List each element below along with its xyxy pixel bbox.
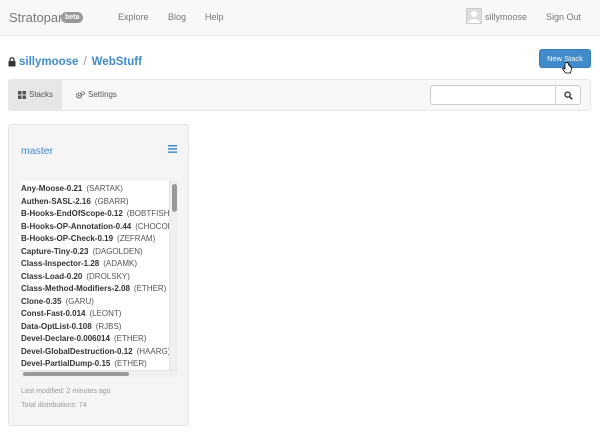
distribution-author: (ETHER) (114, 359, 147, 368)
stack-name[interactable]: master (21, 145, 53, 157)
distribution-row[interactable]: Devel-PartialDump-0.15 (ETHER) (21, 358, 171, 371)
avatar[interactable] (466, 8, 482, 24)
distribution-name[interactable]: B-Hooks-OP-Annotation-0.44 (21, 222, 131, 231)
distribution-name[interactable]: Class-Method-Modifiers-2.08 (21, 284, 130, 293)
distribution-author: (DROLSKY) (86, 271, 130, 281)
distribution-row[interactable]: Const-Fast-0.014 (LEONT) (21, 308, 171, 321)
menu-icon[interactable] (168, 145, 177, 153)
nav-signout[interactable]: Sign Out (546, 12, 581, 22)
hand-cursor-icon (562, 62, 572, 74)
tab-stacks[interactable]: Stacks (9, 80, 63, 110)
tab-settings-label: Settings (88, 90, 117, 99)
breadcrumb-owner[interactable]: sillymoose (19, 56, 78, 68)
distribution-row[interactable]: Class-Method-Modifiers-2.08 (ETHER) (21, 283, 171, 296)
gears-icon (76, 91, 85, 99)
horizontal-scroll-thumb[interactable] (23, 372, 129, 376)
distribution-author: (LEONT) (89, 309, 122, 318)
grid-icon (18, 91, 26, 99)
distribution-name[interactable]: Any-Moose-0.21 (21, 184, 82, 193)
distribution-name[interactable]: Const-Fast-0.014 (21, 309, 85, 318)
distribution-author: (ETHER) (133, 284, 167, 293)
distribution-author: (SARTAK) (86, 184, 123, 193)
breadcrumb-repo[interactable]: WebStuff (92, 56, 142, 68)
nav-help[interactable]: Help (205, 12, 224, 22)
last-modified: Last modified: 2 minutes ago (21, 388, 111, 395)
distribution-author: (GBARR) (94, 196, 129, 206)
distribution-name[interactable]: B-Hooks-OP-Check-0.19 (21, 234, 113, 243)
distribution-row[interactable]: Authen-SASL-2.16 (GBARR) (21, 196, 171, 209)
search-icon (563, 90, 573, 100)
distribution-row[interactable]: Capture-Tiny-0.23 (DAGOLDEN) (21, 246, 171, 259)
vertical-scrollbar[interactable] (169, 181, 178, 371)
user-silhouette-icon (468, 11, 480, 23)
nav-username[interactable]: sillymoose (485, 12, 527, 22)
distribution-row[interactable]: B-Hooks-OP-Check-0.19 (ZEFRAM) (21, 233, 171, 246)
distribution-row[interactable]: Devel-GlobalDestruction-0.12 (HAARG) (21, 346, 171, 359)
nav-explore[interactable]: Explore (118, 12, 149, 22)
search-button[interactable] (555, 85, 581, 105)
breadcrumb-separator: / (83, 56, 87, 68)
distribution-author: (DAGOLDEN) (92, 246, 143, 256)
distribution-row[interactable]: B-Hooks-EndOfScope-0.12 (BOBTFISH) (21, 208, 173, 221)
stack-panel: master Any-Moose-0.21 (SARTAK) Authen-SASL… (8, 124, 189, 426)
distribution-name[interactable]: Class-Load-0.20 (21, 272, 82, 281)
distribution-row[interactable]: B-Hooks-OP-Annotation-0.44(CHOCOLATE) (21, 221, 178, 234)
distribution-name[interactable]: Clone-0.35 (21, 297, 61, 306)
tab-settings[interactable]: Settings (67, 80, 126, 110)
distribution-author: (HAARG) (136, 346, 171, 356)
beta-badge: beta (61, 12, 84, 23)
distribution-author: (ZEFRAM) (117, 234, 156, 243)
distribution-name[interactable]: Authen-SASL-2.16 (21, 197, 91, 206)
distribution-row[interactable]: Any-Moose-0.21 (SARTAK) (21, 183, 171, 196)
brand-logo[interactable]: Stratopan (9, 10, 65, 25)
distribution-name[interactable]: Devel-PartialDump-0.15 (21, 359, 110, 368)
distribution-name[interactable]: Class-Inspector-1.28 (21, 259, 99, 268)
total-distributions: Total distributions: 74 (21, 402, 87, 409)
distribution-row[interactable]: Devel-Declare-0.006014 (ETHER) (21, 333, 171, 346)
tab-stacks-label: Stacks (29, 90, 54, 99)
distribution-list-box: Any-Moose-0.21 (SARTAK) Authen-SASL-2.16 (G… (20, 181, 178, 377)
distribution-author: (GARU) (65, 296, 94, 306)
distribution-name[interactable]: B-Hooks-EndOfScope-0.12 (21, 209, 123, 218)
distribution-row[interactable]: Data-OptList-0.108 (RJBS) (21, 321, 171, 334)
distribution-row[interactable]: Class-Load-0.20 (DROLSKY) (21, 271, 171, 284)
distribution-name[interactable]: Devel-Declare-0.006014 (21, 334, 110, 343)
distribution-row[interactable]: Clone-0.35 (GARU) (21, 296, 171, 309)
distribution-author: (RJBS) (95, 321, 122, 331)
lock-icon (8, 57, 16, 67)
distribution-name[interactable]: Data-OptList-0.108 (21, 322, 92, 331)
distribution-list: Any-Moose-0.21 (SARTAK) Authen-SASL-2.16 (G… (21, 183, 178, 371)
distribution-author: (BOBTFISH) (126, 209, 173, 218)
top-navbar: Stratopan beta Explore Blog Help sillymo… (0, 0, 600, 36)
distribution-author: (ETHER) (113, 334, 147, 343)
nav-blog[interactable]: Blog (168, 12, 186, 22)
distribution-row[interactable]: Class-Inspector-1.28 (ADAMK) (21, 258, 171, 271)
distribution-name[interactable]: Capture-Tiny-0.23 (21, 247, 88, 256)
stack-subnav: Stacks Settings (8, 79, 591, 111)
search-input[interactable] (430, 85, 556, 105)
distribution-author: (ADAMK) (103, 259, 138, 268)
vertical-scroll-thumb[interactable] (172, 184, 177, 212)
breadcrumb: sillymoose / WebStuff (8, 56, 142, 68)
horizontal-scrollbar[interactable] (20, 370, 178, 377)
distribution-name[interactable]: Devel-GlobalDestruction-0.12 (21, 347, 133, 356)
